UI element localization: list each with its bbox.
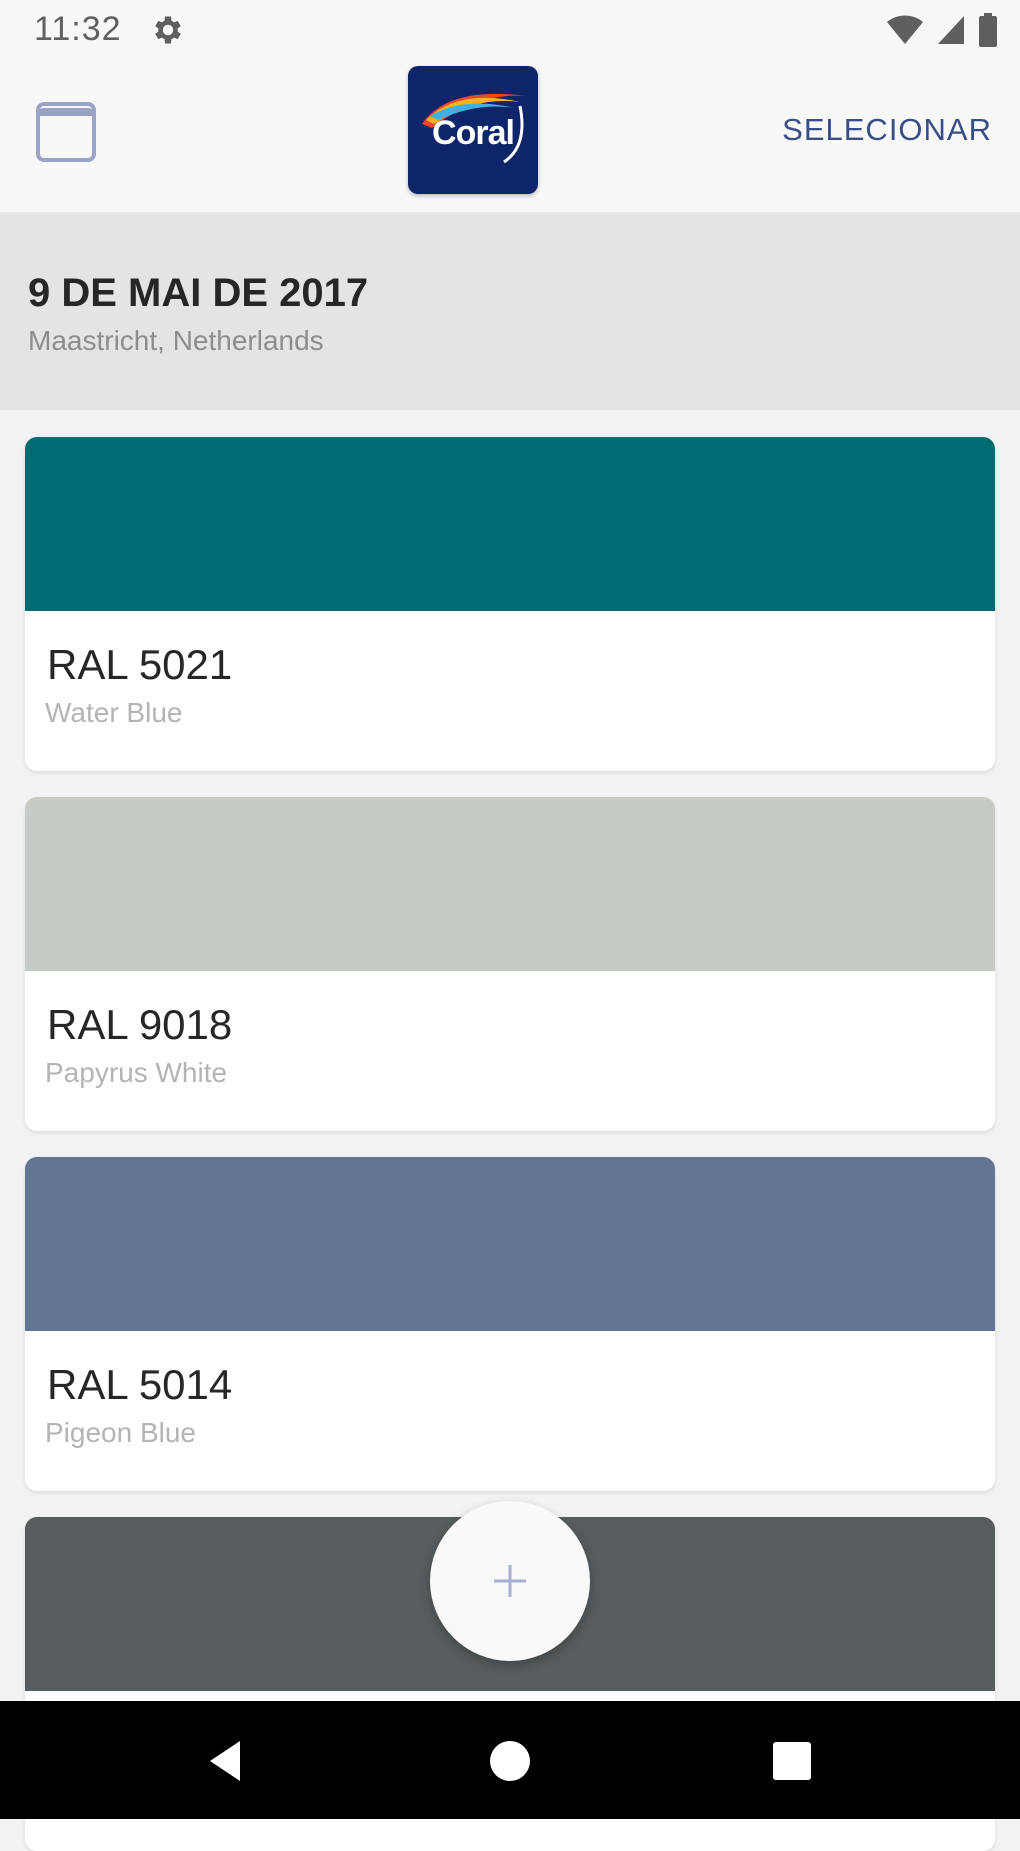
select-button[interactable]: SELECIONAR — [782, 112, 992, 148]
date-title: 9 DE MAI DE 2017 — [28, 271, 369, 315]
calendar-icon[interactable] — [34, 100, 98, 164]
color-card[interactable]: RAL 5014 Pigeon Blue — [25, 1157, 995, 1491]
status-icons — [886, 12, 998, 48]
cell-signal-icon — [938, 16, 964, 44]
settings-gear-icon — [155, 16, 181, 44]
color-name: Water Blue — [45, 697, 183, 728]
color-name: Papyrus White — [45, 1057, 228, 1088]
app-bar: Coral SELECIONAR — [0, 60, 1020, 213]
color-card[interactable]: RAL 9018 Papyrus White — [25, 797, 995, 1131]
wifi-icon — [887, 15, 923, 45]
back-icon[interactable] — [200, 1735, 252, 1787]
plus-icon — [494, 1565, 526, 1597]
color-swatch — [25, 1157, 995, 1331]
color-swatch — [25, 797, 995, 971]
home-icon[interactable] — [484, 1735, 536, 1787]
color-card[interactable]: RAL 5021 Water Blue — [25, 437, 995, 771]
add-color-button[interactable] — [430, 1501, 590, 1661]
status-time: 11:32 — [34, 10, 122, 48]
status-bar: 11:32 — [0, 0, 1020, 60]
color-code: RAL 9018 — [47, 1001, 233, 1048]
date-header: 9 DE MAI DE 2017 Maastricht, Netherlands — [0, 213, 1020, 410]
location-subtitle: Maastricht, Netherlands — [28, 325, 324, 356]
color-swatch — [25, 437, 995, 611]
battery-icon — [979, 13, 997, 47]
coral-logo: Coral — [408, 66, 538, 194]
color-code: RAL 5014 — [47, 1361, 233, 1408]
color-name: Pigeon Blue — [45, 1417, 197, 1448]
logo-text: Coral — [432, 114, 515, 152]
color-code: RAL 5021 — [47, 641, 233, 688]
navigation-bar — [0, 1701, 1020, 1819]
recents-icon[interactable] — [766, 1735, 818, 1787]
